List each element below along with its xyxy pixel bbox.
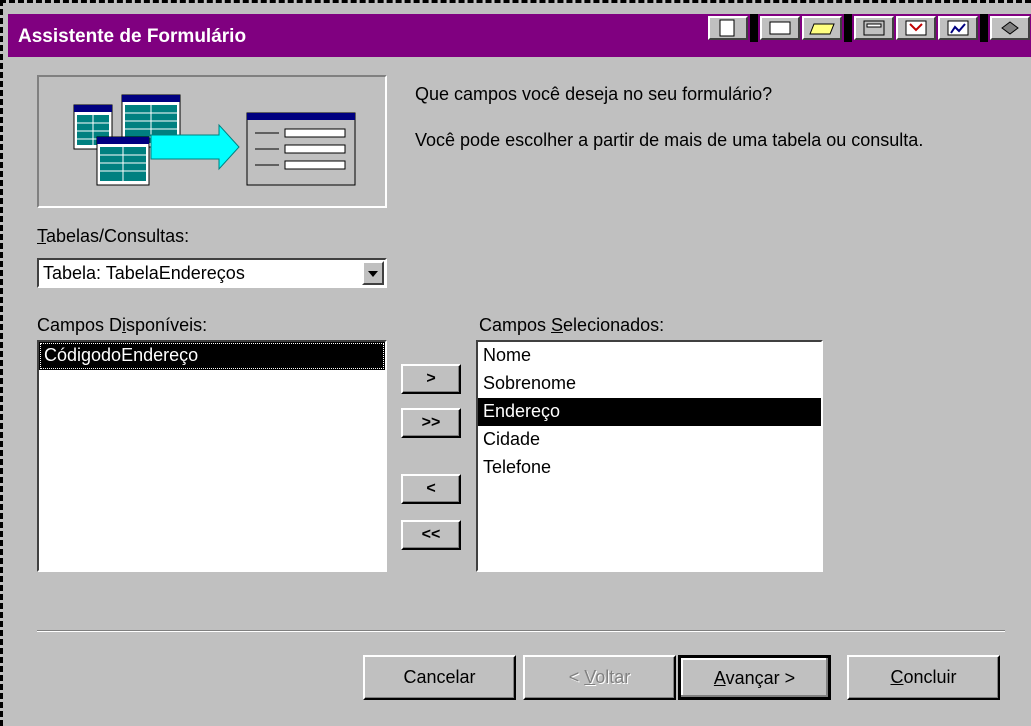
selected-field-item[interactable]: Telefone	[478, 454, 821, 482]
toolbar-form-icon	[854, 16, 894, 40]
toolbar-separator	[844, 14, 852, 42]
finish-button-post: oncluir	[903, 667, 957, 687]
selected-fields-label-accel: S	[551, 315, 564, 335]
toolbar-report-icon	[896, 16, 936, 40]
toolbar-separator	[980, 14, 988, 42]
tables-queries-combo[interactable]: Tabela: TabelaEndereços	[37, 258, 387, 288]
wizard-question: Que campos você deseja no seu formulário…	[415, 84, 773, 104]
toolbar-chart-icon	[938, 16, 978, 40]
wizard-illustration	[37, 75, 387, 208]
toolbar-save-icon	[760, 16, 800, 40]
selected-fields-label-pre: Campos	[479, 315, 552, 335]
combo-dropdown-button[interactable]	[362, 261, 384, 285]
selected-field-item[interactable]: Nome	[478, 342, 821, 370]
chevron-down-icon	[368, 271, 378, 277]
screenshot-border-top	[0, 0, 1031, 3]
available-fields-list[interactable]: CódigodoEndereço	[37, 340, 387, 572]
available-fields-label-pre: Campos D	[37, 315, 123, 335]
selected-fields-list[interactable]: Nome Sobrenome Endereço Cidade Telefone	[476, 340, 823, 572]
back-button-accel: V	[584, 667, 596, 687]
divider	[37, 630, 1005, 632]
tables-queries-value: Tabela: TabelaEndereços	[43, 263, 245, 283]
available-fields-label: Campos Disponíveis:	[37, 315, 207, 336]
selected-field-item[interactable]: Endereço	[478, 398, 821, 426]
finish-button[interactable]: Concluir	[847, 655, 1000, 700]
toolbar-properties-icon	[990, 16, 1030, 40]
available-field-item[interactable]: CódigodoEndereço	[39, 342, 385, 370]
back-button-pre: <	[568, 667, 585, 687]
wizard-description: Você pode escolher a partir de mais de u…	[415, 130, 924, 150]
tables-queries-label: Tabelas/Consultas:	[37, 226, 189, 247]
next-button-post: vançar >	[725, 668, 796, 688]
screenshot-border-left	[0, 0, 3, 726]
form-illustration-icon	[246, 112, 356, 186]
back-button-post: oltar	[595, 667, 631, 687]
add-all-fields-button[interactable]: >>	[401, 408, 461, 438]
background-toolbar	[708, 14, 1031, 42]
toolbar-separator	[750, 14, 758, 42]
selected-fields-label: Campos Selecionados:	[479, 315, 664, 336]
available-fields-label-post: sponíveis:	[126, 315, 208, 335]
toolbar-open-folder-icon	[802, 16, 842, 40]
tables-queries-label-rest: abelas/Consultas:	[46, 226, 190, 246]
next-button-accel: A	[713, 668, 726, 688]
selected-field-item[interactable]: Sobrenome	[478, 370, 821, 398]
title-bar: Assistente de Formulário	[8, 14, 1031, 57]
add-field-button[interactable]: >	[401, 364, 461, 394]
next-button[interactable]: Avançar >	[678, 655, 831, 700]
cancel-button[interactable]: Cancelar	[363, 655, 516, 700]
remove-field-button[interactable]: <	[401, 474, 461, 504]
selected-fields-label-post: elecionados:	[563, 315, 665, 335]
toolbar-new-icon	[708, 16, 748, 40]
tables-queries-label-accel: T	[37, 226, 46, 246]
window-title: Assistente de Formulário	[18, 26, 247, 47]
remove-all-fields-button[interactable]: <<	[401, 520, 461, 550]
selected-field-item[interactable]: Cidade	[478, 426, 821, 454]
finish-button-accel: C	[890, 667, 904, 687]
back-button[interactable]: < Voltar	[523, 655, 676, 700]
